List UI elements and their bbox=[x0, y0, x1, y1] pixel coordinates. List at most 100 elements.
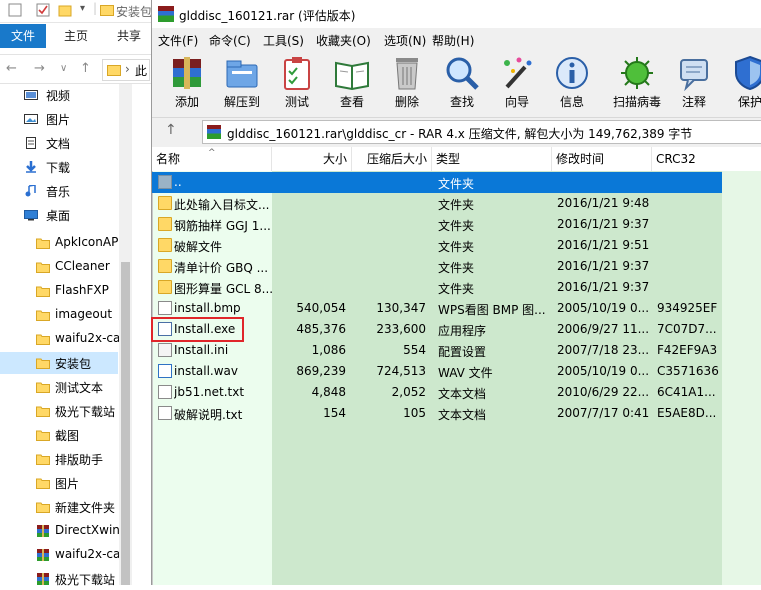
tree-item[interactable]: FlashFXP bbox=[0, 280, 118, 302]
tree-item[interactable]: 音乐 bbox=[0, 180, 118, 202]
tree-item[interactable]: 测试文本 bbox=[0, 376, 118, 398]
tree-item[interactable]: ApkIconAP bbox=[0, 232, 118, 254]
menu-file[interactable]: 文件(F) bbox=[158, 32, 198, 49]
column-header-size[interactable]: 大小 bbox=[272, 147, 352, 171]
tree-item[interactable]: CCleaner bbox=[0, 256, 118, 278]
toolbar-virus-scan-button[interactable]: 扫描病毒 bbox=[611, 53, 663, 113]
folder-icon bbox=[100, 4, 114, 16]
toolbar-info-button[interactable]: 信息 bbox=[546, 53, 598, 113]
toolbar-comment-button[interactable]: 注释 bbox=[668, 53, 720, 113]
quick-access-dropdown-icon[interactable]: ▾ bbox=[80, 3, 85, 14]
menu-favorites[interactable]: 收藏夹(O) bbox=[316, 32, 371, 49]
tree-item[interactable]: DirectXwin bbox=[0, 520, 120, 542]
file-type-cell: 文件夹 bbox=[438, 198, 475, 212]
file-row[interactable]: Install.ini 1,086 554 配置设置 2007/7/18 23... F4… bbox=[152, 340, 722, 361]
tree-item[interactable]: waifu2x-ca bbox=[0, 544, 120, 566]
tree-item-label: 极光下载站 bbox=[55, 573, 116, 587]
file-modified-cell: 2005/10/19 0... bbox=[557, 301, 650, 315]
tree-item-label: 音乐 bbox=[46, 185, 71, 199]
file-modified-cell: 2016/1/21 9:37 bbox=[557, 259, 650, 273]
file-row[interactable]: 此处输入目标文... 文件夹 2016/1/21 9:48 bbox=[152, 193, 722, 214]
tree-item[interactable]: 文档 bbox=[0, 132, 118, 154]
toolbar-info-label: 信息 bbox=[559, 95, 584, 109]
tree-item[interactable]: 桌面 bbox=[0, 204, 118, 226]
tree-item[interactable]: 视频 bbox=[0, 84, 118, 106]
tree-scrollbar-thumb[interactable] bbox=[121, 262, 130, 585]
tree-item-label: 视频 bbox=[46, 89, 71, 103]
file-row[interactable]: 清单计价 GBQ ... 文件夹 2016/1/21 9:37 bbox=[152, 256, 722, 277]
tree-item[interactable]: imageout bbox=[0, 304, 118, 326]
file-type-cell: 文件夹 bbox=[438, 282, 475, 296]
column-header-name[interactable]: 名称 ^ bbox=[152, 147, 272, 171]
menu-options[interactable]: 选项(N) bbox=[384, 32, 426, 49]
folder-icon bbox=[36, 237, 50, 249]
column-name-label: 名称 bbox=[156, 152, 181, 166]
save-icon[interactable] bbox=[8, 3, 22, 17]
tree-item[interactable]: 下载 bbox=[0, 156, 118, 178]
folder-icon bbox=[158, 280, 172, 294]
tree-item[interactable]: 排版助手 bbox=[0, 448, 118, 470]
column-header-type[interactable]: 类型 bbox=[432, 147, 552, 171]
winrar-window: glddisc_160121.rar (评估版本) 文件(F) 命令(C) 工具… bbox=[151, 0, 761, 585]
toolbar-add-button[interactable]: 添加 bbox=[161, 53, 213, 113]
toolbar: 添加 解压到 测试 查看 删除 查找 向导 信息 扫描病毒 注释 保护 bbox=[152, 51, 761, 115]
toolbar-view-button[interactable]: 查看 bbox=[326, 53, 378, 113]
address-bar[interactable]: › 此 bbox=[102, 59, 150, 81]
tree-item[interactable]: 图片 bbox=[0, 108, 118, 130]
file-row[interactable]: 破解文件 文件夹 2016/1/21 9:51 bbox=[152, 235, 722, 256]
ribbon-tab-share[interactable]: 共享 bbox=[117, 24, 141, 48]
file-size-cell: 1,086 bbox=[311, 343, 346, 357]
forward-arrow-icon[interactable]: → bbox=[34, 61, 45, 76]
path-field[interactable]: glddisc_160121.rar\glddisc_cr - RAR 4.x … bbox=[202, 120, 761, 144]
tree-item[interactable]: 新建文件夹 bbox=[0, 496, 118, 518]
properties-icon[interactable] bbox=[36, 3, 50, 17]
up-arrow-icon[interactable]: ↑ bbox=[80, 61, 91, 76]
file-crc-cell: 7C07D7... bbox=[657, 322, 717, 336]
back-arrow-icon[interactable]: ← bbox=[6, 61, 17, 76]
tree-item[interactable]: 图片 bbox=[0, 472, 118, 494]
new-folder-icon[interactable] bbox=[58, 3, 72, 17]
up-one-level-icon[interactable]: ↑ bbox=[165, 122, 177, 138]
tree-item[interactable]: waifu2x-ca bbox=[0, 328, 120, 350]
file-row[interactable]: 图形算量 GCL 8... 文件夹 2016/1/21 9:37 bbox=[152, 277, 722, 298]
menu-tools[interactable]: 工具(S) bbox=[263, 32, 304, 49]
toolbar-find-button[interactable]: 查找 bbox=[436, 53, 488, 113]
file-row[interactable]: install.bmp 540,054 130,347 WPS看图 BMP 图... 2… bbox=[152, 298, 722, 319]
column-header-modified[interactable]: 修改时间 bbox=[552, 147, 652, 171]
toolbar-wizard-button[interactable]: 向导 bbox=[491, 53, 543, 113]
folder-icon bbox=[36, 261, 50, 273]
menu-commands[interactable]: 命令(C) bbox=[209, 32, 251, 49]
toolbar-find-label: 查找 bbox=[449, 95, 474, 109]
ribbon-tab-file[interactable]: 文件 bbox=[0, 24, 46, 48]
file-type-cell: WPS看图 BMP 图... bbox=[438, 303, 546, 317]
breadcrumb[interactable]: 此 bbox=[135, 62, 147, 79]
folder-icon bbox=[36, 381, 50, 393]
file-packed-cell: 724,513 bbox=[376, 364, 426, 378]
toolbar-delete-button[interactable]: 删除 bbox=[381, 53, 433, 113]
toolbar-test-button[interactable]: 测试 bbox=[271, 53, 323, 113]
file-list: .. 文件夹 此处输入目标文... 文件夹 2016/1/21 9:48 钢筋抽样 GGJ… bbox=[152, 172, 761, 432]
tree-item[interactable]: 极光下载站 bbox=[0, 568, 118, 590]
tree-item[interactable]: 极光下载站 bbox=[0, 400, 118, 422]
extract-to-icon bbox=[224, 55, 260, 91]
tree-item[interactable]: 安装包 bbox=[0, 352, 118, 374]
file-name-cell: 破解文件 bbox=[174, 240, 223, 254]
file-row[interactable]: install.wav 869,239 724,513 WAV 文件 2005/10/1… bbox=[152, 361, 722, 382]
folder-icon bbox=[36, 429, 50, 441]
file-row[interactable]: 钢筋抽样 GGJ 1... 文件夹 2016/1/21 9:37 bbox=[152, 214, 722, 235]
toolbar-extract-button[interactable]: 解压到 bbox=[216, 53, 268, 113]
file-row[interactable]: jb51.net.txt 4,848 2,052 文本文档 2010/6/29 22..… bbox=[152, 382, 722, 403]
column-header-packed[interactable]: 压缩后大小 bbox=[352, 147, 432, 171]
file-row[interactable]: 破解说明.txt 154 105 文本文档 2007/7/17 0:41 E5AE8D..… bbox=[152, 403, 722, 424]
ribbon-tab-home[interactable]: 主页 bbox=[64, 24, 88, 48]
tree-item[interactable]: 截图 bbox=[0, 424, 118, 446]
rar-archive-icon bbox=[36, 549, 50, 561]
recent-dropdown-icon[interactable]: ∨ bbox=[60, 63, 67, 74]
tree-item-label: imageout bbox=[55, 307, 113, 321]
file-row[interactable]: .. 文件夹 bbox=[152, 172, 722, 193]
menu-help[interactable]: 帮助(H) bbox=[432, 32, 474, 49]
column-header-crc[interactable]: CRC32 bbox=[652, 147, 761, 171]
toolbar-protect-button[interactable]: 保护 bbox=[724, 53, 761, 113]
file-type-cell: 文本文档 bbox=[438, 387, 487, 401]
file-type-cell: WAV 文件 bbox=[438, 366, 493, 380]
